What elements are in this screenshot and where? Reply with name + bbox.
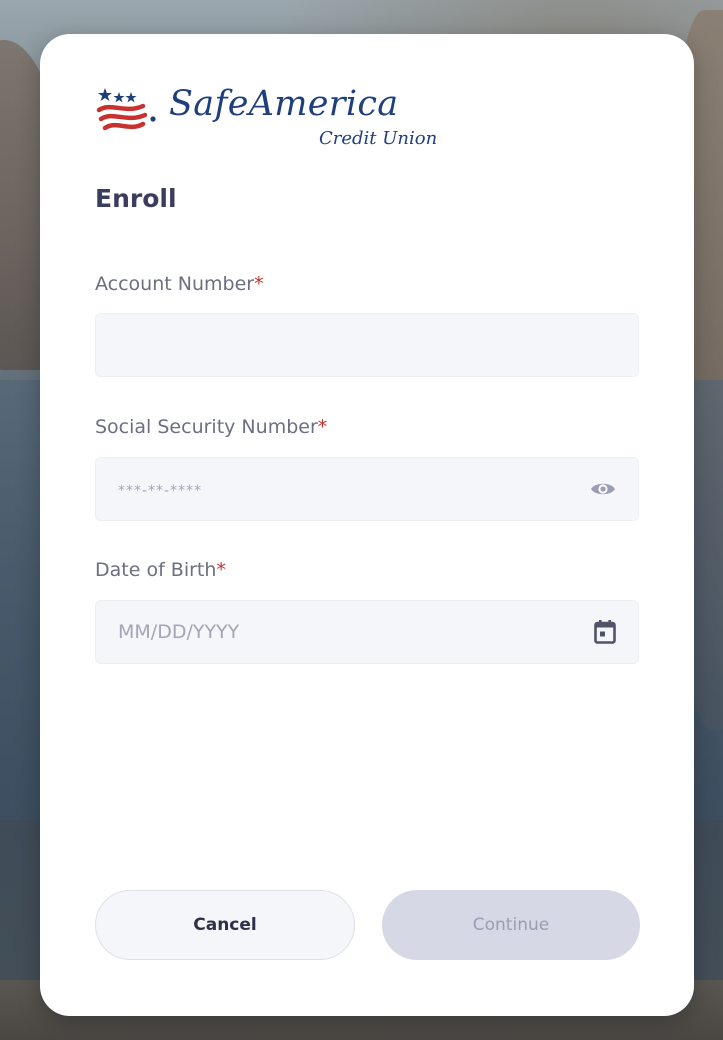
account-number-input[interactable] xyxy=(96,314,638,376)
eye-icon[interactable] xyxy=(590,480,616,498)
cancel-button[interactable]: Cancel xyxy=(95,890,355,960)
ssn-field xyxy=(95,457,639,521)
brand-subtitle: Credit Union xyxy=(319,128,438,149)
ssn-input[interactable] xyxy=(96,458,638,520)
account-number-label-text: Account Number xyxy=(95,273,255,295)
account-number-field xyxy=(95,313,639,377)
continue-button[interactable]: Continue xyxy=(382,890,640,960)
enroll-card: SafeAmerica Credit Union Enroll Account … xyxy=(40,34,694,1016)
brand-name: SafeAmerica xyxy=(169,84,399,124)
dob-field xyxy=(95,600,639,664)
dob-input[interactable] xyxy=(96,601,638,663)
dob-label-text: Date of Birth xyxy=(95,559,217,581)
page-title: Enroll xyxy=(95,184,177,213)
required-marker: * xyxy=(216,559,226,581)
flag-logo-icon xyxy=(96,88,156,131)
account-number-label: Account Number* xyxy=(95,273,264,295)
dob-label: Date of Birth* xyxy=(95,559,226,581)
ssn-label: Social Security Number* xyxy=(95,416,327,438)
required-marker: * xyxy=(254,273,264,295)
calendar-icon[interactable] xyxy=(594,620,616,644)
required-marker: * xyxy=(317,416,328,438)
ssn-label-text: Social Security Number xyxy=(95,416,318,438)
safeamerica-logo: SafeAmerica Credit Union xyxy=(95,84,437,154)
